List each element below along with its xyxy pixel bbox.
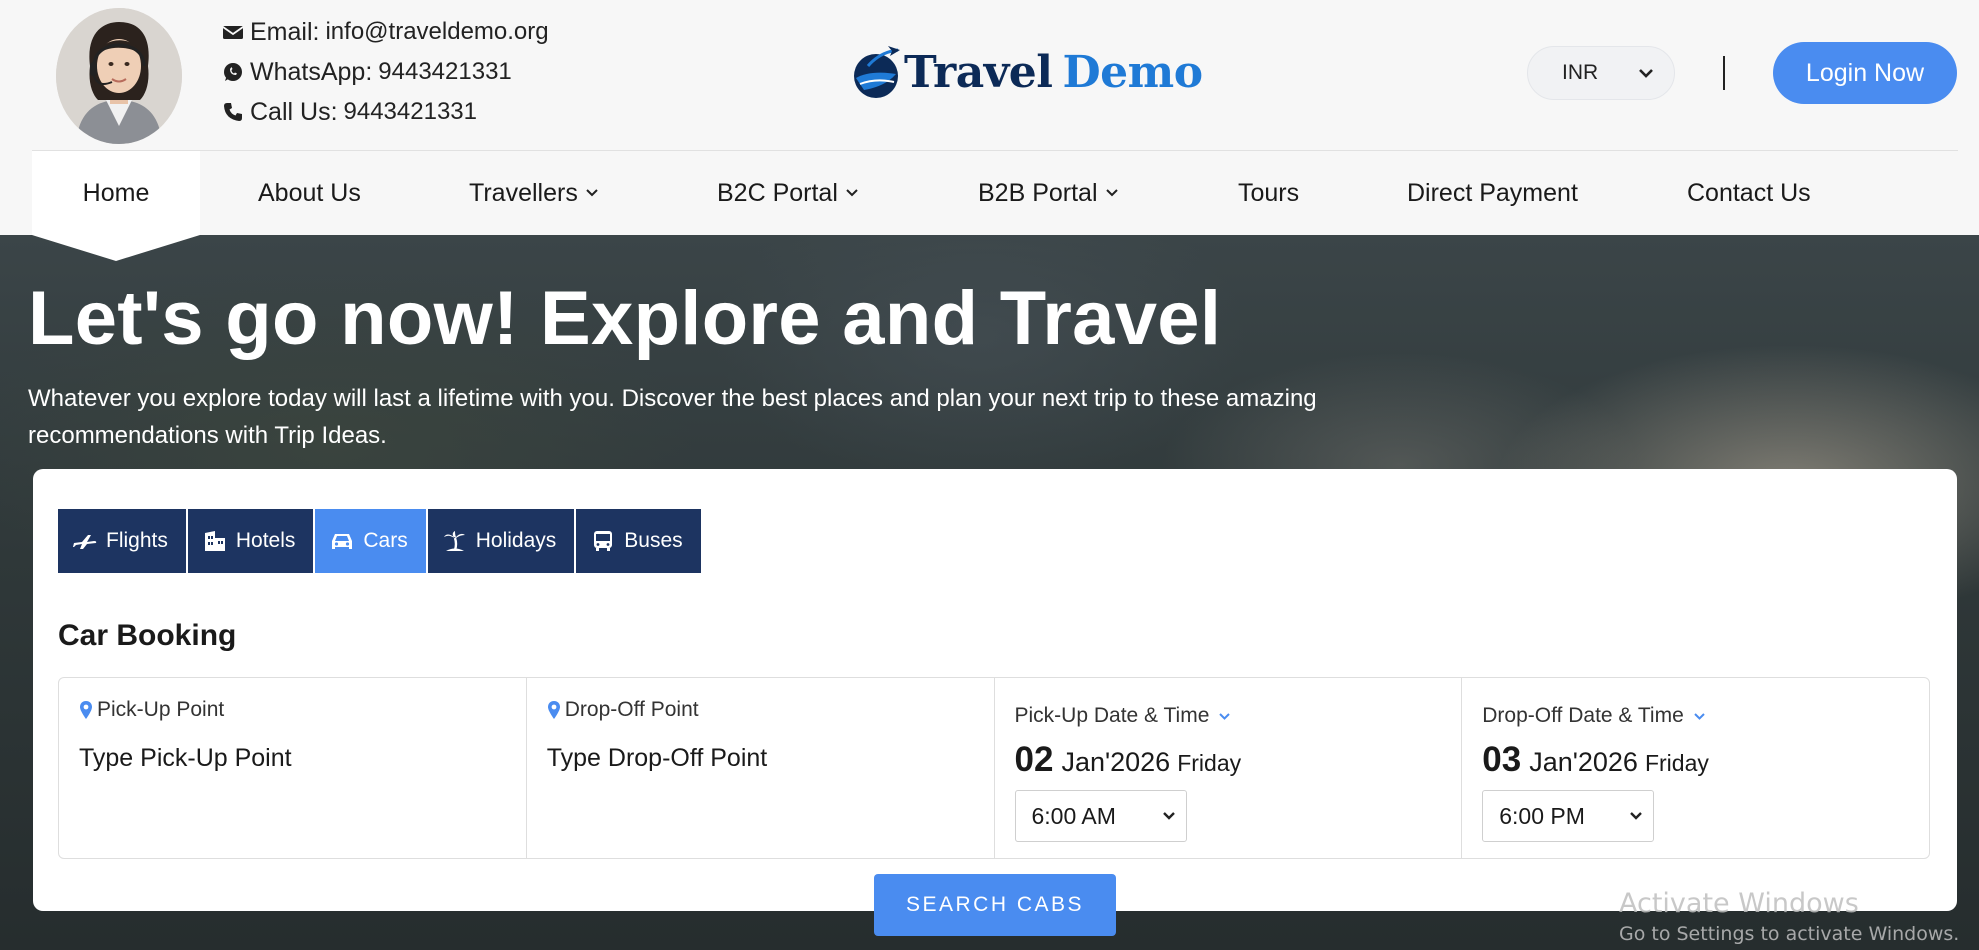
phone-icon (222, 101, 250, 123)
dropoff-datetime-field[interactable]: Drop-Off Date & Time 03 Jan'2026 Friday … (1462, 678, 1929, 858)
map-pin-icon (80, 701, 92, 719)
nav-label: Tours (1238, 178, 1300, 207)
palm-tree-icon (443, 531, 465, 551)
whatsapp-label: WhatsApp: (250, 57, 373, 86)
tab-hotels[interactable]: Hotels (187, 509, 314, 573)
nav-item-travellers[interactable]: Travellers (469, 151, 599, 235)
hotel-icon (204, 531, 225, 551)
watermark-subtitle: Go to Settings to activate Windows. (1619, 923, 1960, 945)
nav-label: Travellers (469, 178, 578, 207)
tab-label: Buses (624, 529, 683, 552)
whatsapp-icon (222, 61, 250, 83)
email-contact[interactable]: Email: info@traveldemo.org (222, 12, 549, 52)
contact-info: Email: info@traveldemo.org WhatsApp: 944… (222, 12, 549, 132)
nav-label: About Us (258, 178, 361, 207)
hero-subtitle: Whatever you explore today will last a l… (28, 385, 1317, 449)
dropoff-day: 03 (1482, 740, 1522, 779)
top-header: Email: info@traveldemo.org WhatsApp: 944… (0, 0, 1979, 150)
logo-word-demo: Demo (1062, 46, 1204, 98)
currency-value: INR (1562, 61, 1599, 84)
envelope-icon (222, 21, 250, 43)
logo-word-travel: Travel (904, 46, 1053, 98)
email-label: Email: (250, 17, 320, 46)
dropoff-date-display[interactable]: 03 Jan'2026 Friday (1482, 740, 1909, 780)
pickup-weekday: Friday (1177, 750, 1242, 776)
pickup-time-select[interactable]: 6:00 AM (1014, 790, 1187, 842)
call-label: Call Us: (250, 97, 338, 126)
booking-tabs: Flights Hotels Cars Holidays Buses (58, 509, 701, 573)
activate-windows-watermark: Activate Windows Go to Settings to activ… (1619, 888, 1959, 945)
pickup-point-input[interactable]: Type Pick-Up Point (79, 744, 506, 773)
pickup-point-field[interactable]: Pick-Up Point Type Pick-Up Point (59, 678, 527, 858)
booking-heading: Car Booking (58, 619, 237, 652)
tab-holidays[interactable]: Holidays (427, 509, 575, 573)
nav-item-b2b-portal[interactable]: B2B Portal (978, 151, 1119, 235)
nav-item-contact-us[interactable]: Contact Us (1687, 151, 1811, 235)
booking-fields: Pick-Up Point Type Pick-Up Point Drop-Of… (58, 677, 1930, 859)
email-value[interactable]: info@traveldemo.org (325, 18, 548, 46)
dropoff-point-field[interactable]: Drop-Off Point Type Drop-Off Point (527, 678, 995, 858)
currency-select[interactable]: INR (1527, 46, 1675, 100)
chevron-down-icon (1630, 812, 1643, 820)
chevron-down-icon (846, 189, 858, 197)
nav-item-tours[interactable]: Tours (1238, 151, 1299, 235)
main-nav: Home About Us Travellers B2C Portal B2B … (0, 151, 1979, 235)
chevron-down-icon (586, 189, 598, 197)
dropoff-month-year: Jan'2026 (1529, 747, 1638, 777)
watermark-title: Activate Windows (1619, 888, 1859, 919)
nav-label: B2B Portal (978, 178, 1098, 207)
dropoff-point-label: Drop-Off Point (564, 698, 699, 721)
pickup-date-display[interactable]: 02 Jan'2026 Friday (1015, 740, 1442, 780)
tab-label: Flights (106, 529, 168, 552)
login-button[interactable]: Login Now (1773, 42, 1957, 104)
nav-item-b2c-portal[interactable]: B2C Portal (717, 151, 859, 235)
chevron-down-icon (1694, 712, 1705, 720)
nav-label: Direct Payment (1407, 178, 1578, 207)
dropoff-point-input[interactable]: Type Drop-Off Point (547, 744, 974, 773)
search-cabs-button[interactable]: SEARCH CABS (874, 874, 1116, 936)
booking-card: Flights Hotels Cars Holidays Buses Car B… (33, 469, 1957, 936)
dropoff-datetime-label: Drop-Off Date & Time (1482, 704, 1684, 727)
nav-item-direct-payment[interactable]: Direct Payment (1407, 151, 1578, 235)
tab-label: Holidays (475, 529, 557, 552)
nav-label: Home (82, 178, 150, 207)
nav-label: Contact Us (1687, 178, 1811, 207)
dropoff-time-value: 6:00 PM (1499, 802, 1585, 829)
chevron-down-icon (1639, 69, 1653, 78)
support-agent-avatar (56, 8, 182, 144)
tab-buses[interactable]: Buses (576, 509, 701, 573)
car-icon (332, 534, 353, 549)
pickup-month-year: Jan'2026 (1061, 747, 1171, 777)
phone-contact[interactable]: Call Us: 9443421331 (222, 92, 549, 132)
pickup-day: 02 (1014, 740, 1054, 779)
pickup-datetime-label: Pick-Up Date & Time (1014, 704, 1210, 727)
chevron-down-icon (1105, 189, 1118, 197)
pickup-datetime-field[interactable]: Pick-Up Date & Time 02 Jan'2026 Friday 6… (995, 678, 1463, 858)
whatsapp-contact[interactable]: WhatsApp: 9443421331 (222, 52, 549, 92)
chevron-down-icon (1162, 812, 1175, 820)
call-value[interactable]: 9443421331 (344, 98, 477, 126)
map-pin-icon (547, 701, 560, 719)
pickup-point-label: Pick-Up Point (97, 698, 225, 721)
plane-icon (73, 535, 97, 549)
chevron-down-icon (1219, 712, 1231, 720)
nav-label: B2C Portal (717, 178, 838, 207)
dropoff-weekday: Friday (1644, 750, 1709, 776)
tab-label: Hotels (235, 529, 296, 552)
active-nav-indicator (32, 235, 200, 261)
pickup-time-value: 6:00 AM (1031, 802, 1116, 829)
hero-title: Let's go now! Explore and Travel (28, 276, 1222, 361)
bus-icon (594, 531, 613, 551)
nav-item-about-us[interactable]: About Us (258, 151, 361, 235)
dropoff-time-select[interactable]: 6:00 PM (1482, 790, 1655, 842)
globe-plane-logo-icon (854, 46, 900, 98)
tab-label: Cars (363, 529, 408, 552)
header-divider (1723, 56, 1725, 90)
tab-flights[interactable]: Flights (58, 509, 186, 573)
site-logo[interactable]: Travel Demo (850, 44, 1203, 100)
tab-cars[interactable]: Cars (315, 509, 426, 573)
nav-item-home[interactable]: Home (32, 151, 200, 235)
whatsapp-value[interactable]: 9443421331 (378, 58, 511, 86)
